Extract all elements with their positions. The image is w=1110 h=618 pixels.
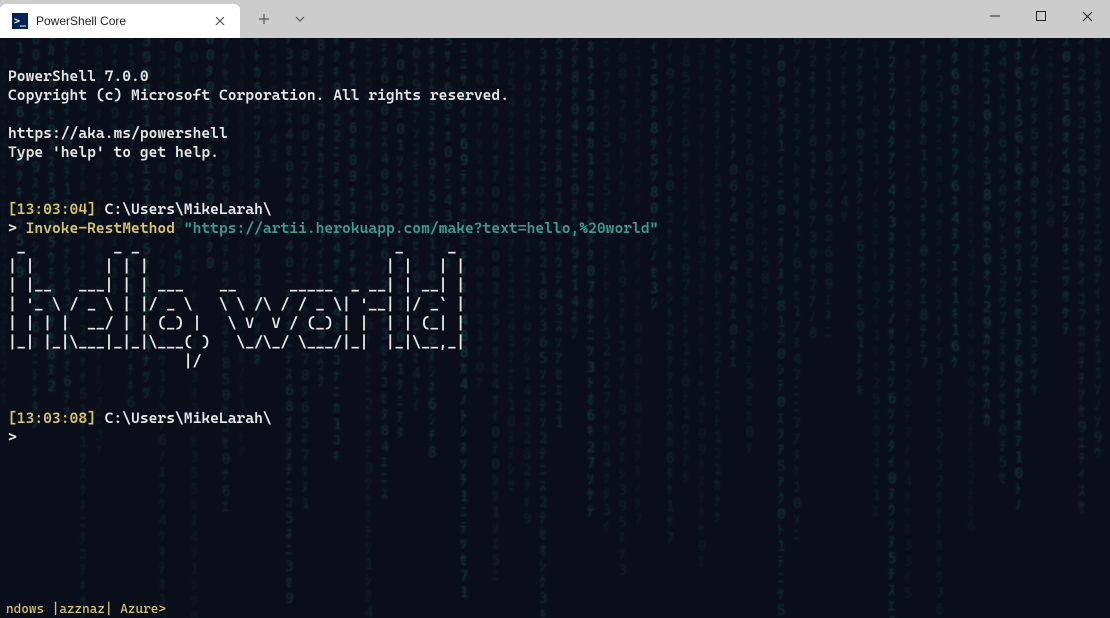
prompt-timestamp: [13:03:08] <box>8 409 96 427</box>
tab-powershell[interactable]: >_ PowerShell Core <box>0 4 240 38</box>
window-controls <box>972 0 1110 38</box>
prompt-path: C:\Users\MikeLarah\ <box>96 409 272 427</box>
new-tab-button[interactable] <box>248 3 280 35</box>
tab-dropdown-button[interactable] <box>284 3 316 35</box>
terminal-output: PowerShell 7.0.0 Copyright (c) Microsoft… <box>0 38 1110 457</box>
powershell-icon: >_ <box>12 13 28 29</box>
banner-line: PowerShell 7.0.0 <box>8 67 149 85</box>
command-name: Invoke-RestMethod <box>26 219 175 237</box>
banner-link: https://aka.ms/powershell <box>8 124 228 142</box>
tab-title: PowerShell Core <box>36 14 204 28</box>
prompt-timestamp: [13:03:04] <box>8 200 96 218</box>
titlebar: >_ PowerShell Core <box>0 0 1110 38</box>
tab-actions <box>240 0 316 38</box>
close-button[interactable] <box>1064 0 1110 32</box>
prompt-symbol: > <box>8 219 26 237</box>
tab-close-button[interactable] <box>212 13 228 29</box>
banner-line: Copyright (c) Microsoft Corporation. All… <box>8 86 509 104</box>
maximize-button[interactable] <box>1018 0 1064 32</box>
command-arg: "https://artii.herokuapp.com/make?text=h… <box>175 219 658 237</box>
prompt-path: C:\Users\MikeLarah\ <box>96 200 272 218</box>
terminal-area[interactable]: 1 5 2 3 7 ｷ ｵ ｻ 3 ｼ ｱ ｺ ｼ 4 ｾ ﾀ ﾈ ﾃ 0 0 … <box>0 38 1110 618</box>
ascii-art-output: _ _ _ _ _ | | | | | | | | | | |__ ___| |… <box>8 238 465 370</box>
status-bar: ndows |azznaz| Azure> <box>0 600 1110 618</box>
banner-help: Type 'help' to get help. <box>8 143 219 161</box>
prompt-symbol: > <box>8 428 17 446</box>
minimize-button[interactable] <box>972 0 1018 32</box>
